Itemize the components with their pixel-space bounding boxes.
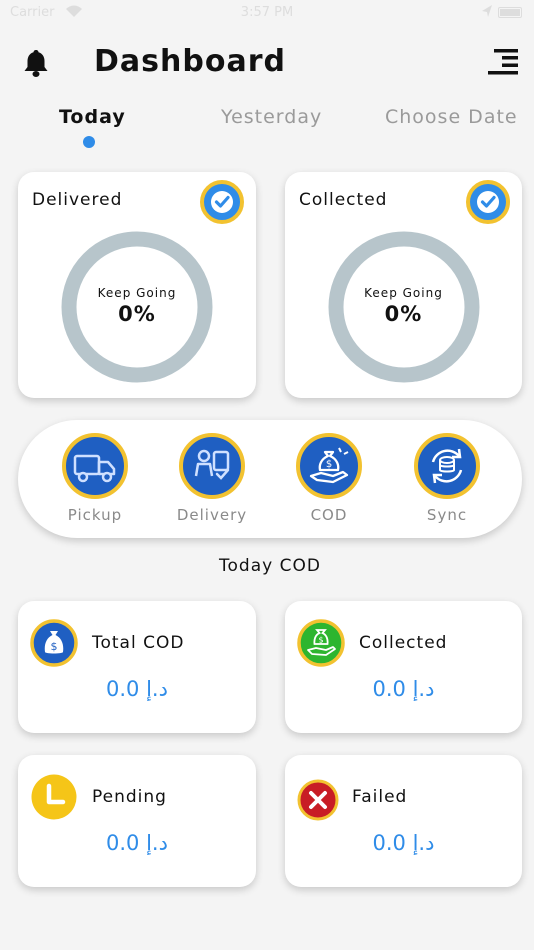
- clock-icon: [31, 774, 77, 820]
- delivery-button[interactable]: Delivery: [167, 432, 257, 532]
- tab-yesterday[interactable]: Yesterday: [221, 106, 322, 128]
- pickup-label: Pickup: [67, 506, 123, 524]
- header: Dashboard: [0, 40, 534, 90]
- sync-icon: [414, 433, 480, 499]
- status-time: 3:57 PM: [240, 5, 294, 20]
- collected-cod-card[interactable]: $ Collected 0.0 د.إ: [285, 601, 522, 733]
- money-bag-icon: $: [30, 619, 78, 667]
- money-hand-icon: $: [297, 619, 345, 667]
- pending-cod-label: Pending: [92, 787, 167, 807]
- failed-cod-value: 0.0 د.إ: [372, 831, 435, 855]
- pending-cod-card[interactable]: Pending 0.0 د.إ: [18, 755, 256, 887]
- sync-button[interactable]: Sync: [402, 432, 492, 532]
- pending-cod-value: 0.0 د.إ: [106, 831, 168, 855]
- collected-card[interactable]: Collected Keep Going 0%: [285, 172, 522, 398]
- delivered-subtitle: Keep Going: [97, 286, 177, 300]
- active-tab-indicator: [83, 136, 95, 148]
- battery-icon: [498, 7, 522, 18]
- section-title-today-cod: Today COD: [219, 556, 321, 576]
- tab-choose-date[interactable]: Choose Date: [385, 106, 518, 128]
- x-icon: [297, 779, 339, 821]
- delivered-percent: 0%: [118, 302, 156, 326]
- tab-today[interactable]: Today: [59, 106, 126, 128]
- location-icon: [482, 5, 492, 17]
- svg-text:$: $: [51, 640, 58, 653]
- page-title: Dashboard: [94, 44, 286, 79]
- delivery-label: Delivery: [176, 506, 248, 524]
- pickup-button[interactable]: Pickup: [50, 432, 140, 532]
- status-bar: Carrier 3:57 PM: [0, 0, 534, 28]
- collected-cod-label: Collected: [359, 633, 448, 653]
- svg-text:$: $: [318, 636, 323, 645]
- svg-text:$: $: [326, 459, 332, 470]
- total-cod-card[interactable]: $ Total COD 0.0 د.إ: [18, 601, 256, 733]
- collected-percent: 0%: [384, 302, 423, 326]
- delivered-title: Delivered: [32, 190, 123, 210]
- menu-icon[interactable]: [488, 48, 518, 76]
- truck-icon: [62, 433, 128, 499]
- check-icon: [466, 180, 510, 224]
- check-icon: [200, 180, 244, 224]
- total-cod-value: 0.0 د.إ: [106, 677, 168, 701]
- delivered-card[interactable]: Delivered Keep Going 0%: [18, 172, 256, 398]
- quick-actions-bar: Pickup Delivery $ COD Sync: [18, 420, 522, 538]
- collected-title: Collected: [299, 190, 388, 210]
- delivery-icon: [179, 433, 245, 499]
- collected-cod-value: 0.0 د.إ: [372, 677, 435, 701]
- collected-subtitle: Keep Going: [364, 286, 443, 300]
- date-tabs: Today Yesterday Choose Date: [0, 106, 534, 150]
- failed-cod-label: Failed: [352, 787, 408, 807]
- cod-label: COD: [310, 506, 348, 524]
- failed-cod-card[interactable]: Failed 0.0 د.إ: [285, 755, 522, 887]
- cod-button[interactable]: $ COD: [284, 432, 374, 532]
- bell-icon[interactable]: [22, 48, 50, 78]
- money-bag-hand-icon: $: [296, 433, 362, 499]
- total-cod-label: Total COD: [92, 633, 185, 653]
- sync-label: Sync: [426, 506, 468, 524]
